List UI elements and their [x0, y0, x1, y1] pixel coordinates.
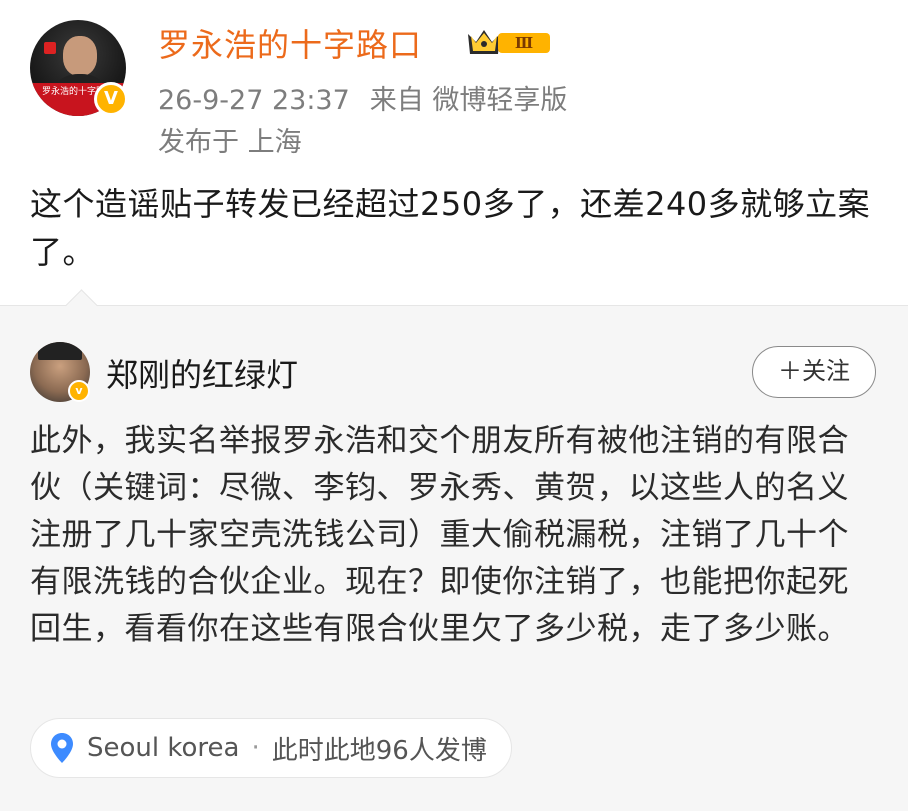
post-source[interactable]: 来自 微博轻享版 [370, 85, 568, 116]
v-badge-icon: V [94, 82, 128, 116]
location-name: Seoul korea [87, 733, 240, 763]
original-post: 罗永浩的十字路口 V 罗永浩的十字路口 Ⅲ 26-9-27 23:37 来自 微博… [0, 0, 908, 305]
avatar-logo-icon [44, 42, 56, 54]
location-stat: 此时此地96人发博 [271, 735, 487, 766]
location-separator: · [251, 733, 260, 763]
post-text: 这个造谣贴子转发已经超过250多了，还差240多就够立案了。 [30, 185, 871, 271]
repost-text: 此外，我实名举报罗永浩和交个朋友所有被他注销的有限合伙（关键词：尽微、李钧、罗永… [30, 423, 849, 647]
vip-level-text: Ⅲ [515, 34, 533, 52]
post-location: 发布于 上海 [158, 127, 302, 158]
repost-author-name[interactable]: 郑刚的红绿灯 [106, 350, 298, 396]
post-meta: 26-9-27 23:37 来自 微博轻享版 [158, 78, 567, 117]
post-time[interactable]: 26-9-27 23:37 [158, 85, 350, 116]
location-chip[interactable]: Seoul korea · 此时此地96人发博 [30, 718, 512, 778]
author-name[interactable]: 罗永浩的十字路口 [158, 20, 422, 66]
v-badge-icon: v [68, 380, 90, 402]
reposted-card[interactable]: v 郑刚的红绿灯 ＋关注 此外，我实名举报罗永浩和交个朋友所有被他注销的有限合伙… [0, 289, 908, 811]
crown-icon[interactable]: Ⅲ [462, 24, 554, 58]
location-pin-icon [51, 733, 73, 763]
follow-button[interactable]: ＋关注 [752, 346, 876, 398]
